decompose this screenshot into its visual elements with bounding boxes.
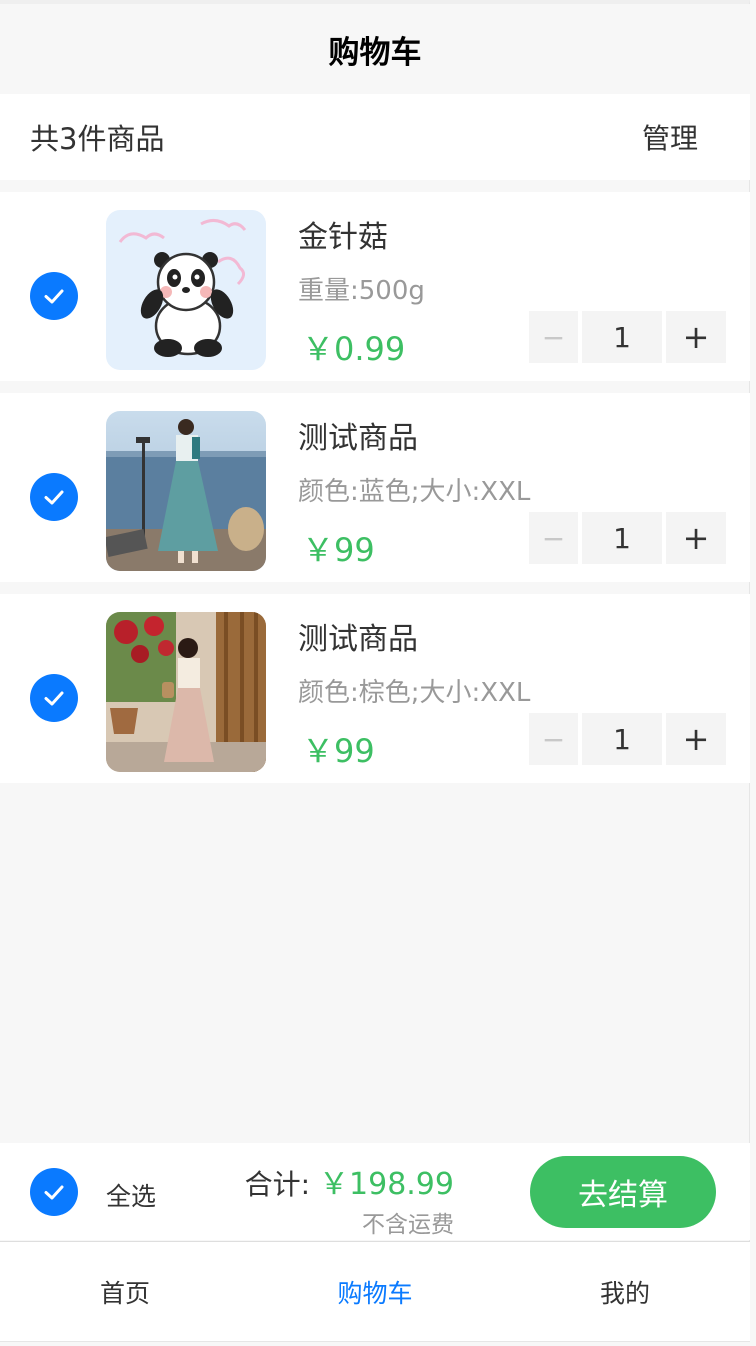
product-name[interactable]: 测试商品	[298, 413, 418, 457]
cart-summary-bar: 共3件商品 管理	[0, 94, 750, 180]
product-spec: 重量:500g	[298, 276, 425, 306]
item-checkbox[interactable]	[30, 473, 78, 521]
tab-mine[interactable]: 我的	[500, 1242, 750, 1341]
product-name[interactable]: 测试商品	[298, 614, 418, 658]
total-line: 合计: ￥198.99	[245, 1159, 454, 1203]
tab-cart[interactable]: 购物车	[250, 1242, 500, 1341]
quantity-value[interactable]: 1	[582, 512, 662, 564]
decrease-button[interactable]: −	[529, 311, 578, 363]
product-name[interactable]: 金针菇	[298, 212, 388, 256]
quantity-value[interactable]: 1	[582, 311, 662, 363]
tab-bar: 首页 购物车 我的	[0, 1241, 750, 1341]
checkout-bar: 全选 合计: ￥198.99 不含运费 去结算	[0, 1143, 750, 1240]
total-label: 合计:	[244, 1168, 311, 1201]
navbar: 购物车	[0, 4, 750, 94]
total-amount: ￥198.99	[319, 1167, 454, 1202]
woman-beige-dress-garden	[106, 612, 266, 772]
panda-illustration	[106, 210, 266, 370]
product-image[interactable]	[106, 411, 266, 571]
decrease-button[interactable]: −	[529, 512, 578, 564]
cart-item: 金针菇 重量:500g ￥0.99 − 1 +	[0, 192, 750, 381]
check-icon	[44, 691, 64, 706]
item-checkbox[interactable]	[30, 272, 78, 320]
quantity-stepper: − 1 +	[529, 713, 726, 765]
product-spec: 颜色:棕色;大小:XXL	[298, 678, 531, 708]
increase-button[interactable]: +	[666, 512, 726, 564]
decrease-button[interactable]: −	[529, 713, 578, 765]
check-icon	[44, 490, 64, 505]
woman-blue-dress-seaside	[106, 411, 266, 571]
page-title: 购物车	[328, 34, 422, 71]
increase-button[interactable]: +	[666, 713, 726, 765]
select-all-label[interactable]: 全选	[106, 1177, 156, 1213]
product-price: ￥0.99	[302, 330, 406, 368]
select-all-checkbox[interactable]	[30, 1168, 78, 1216]
product-price: ￥99	[302, 531, 375, 569]
check-icon	[44, 289, 64, 304]
item-count: 共3件商品	[30, 122, 165, 156]
manage-button[interactable]: 管理	[642, 117, 698, 157]
quantity-stepper: − 1 +	[529, 512, 726, 564]
product-image[interactable]	[106, 612, 266, 772]
product-image[interactable]	[106, 210, 266, 370]
product-spec: 颜色:蓝色;大小:XXL	[298, 477, 531, 507]
shipping-note: 不含运费	[362, 1212, 454, 1238]
product-price: ￥99	[302, 732, 375, 770]
cart-item: 测试商品 颜色:棕色;大小:XXL ￥99 − 1 +	[0, 594, 750, 783]
increase-button[interactable]: +	[666, 311, 726, 363]
cart-item: 测试商品 颜色:蓝色;大小:XXL ￥99 − 1 +	[0, 393, 750, 582]
total-block: 合计: ￥198.99 不含运费	[245, 1159, 454, 1239]
quantity-value[interactable]: 1	[582, 713, 662, 765]
item-checkbox[interactable]	[30, 674, 78, 722]
quantity-stepper: − 1 +	[529, 311, 726, 363]
checkout-button[interactable]: 去结算	[530, 1156, 716, 1228]
check-icon	[44, 1185, 64, 1200]
tab-home[interactable]: 首页	[0, 1242, 250, 1341]
